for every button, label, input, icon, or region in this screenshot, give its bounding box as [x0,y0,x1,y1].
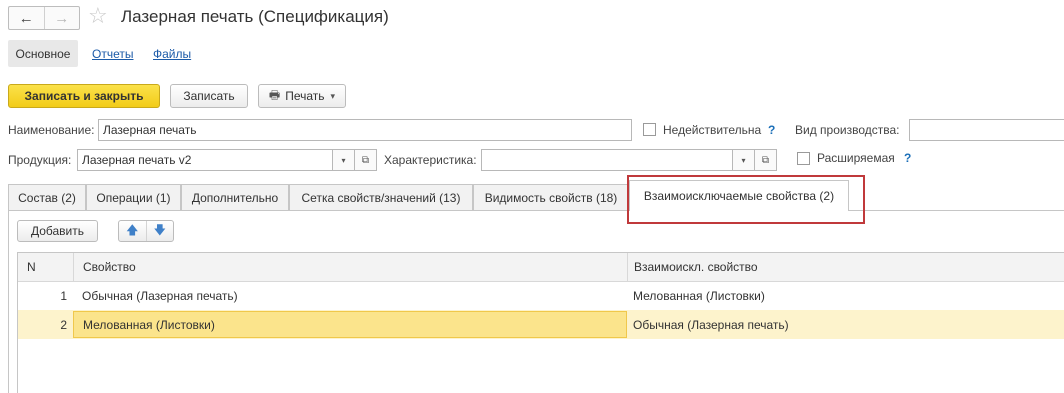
property-cell[interactable]: Обычная (Лазерная печать) [73,282,627,310]
print-button[interactable]: 🖶 Печать ▾ [258,84,346,108]
row-number: 1 [60,289,67,303]
extended-help-icon[interactable]: ? [904,148,911,168]
invalid-label: Недействительна [663,123,762,137]
product-label: Продукция: [8,153,72,167]
exclusive-property-cell[interactable]: Мелованная (Листовки) [627,282,1064,310]
tab-content-border [8,211,9,393]
back-arrow-icon[interactable]: ← [9,7,44,29]
name-label: Наименование: [8,123,95,137]
product-dropdown-icon[interactable]: ▾ [333,149,355,171]
invalid-help-icon[interactable]: ? [768,120,775,140]
exclusive-properties-table: N Свойство Взаимоискл. свойство 1 Обычна… [17,252,1064,393]
save-button[interactable]: Записать [170,84,248,108]
name-field[interactable]: Лазерная печать [98,119,632,141]
production-type-label: Вид производства: [795,123,900,137]
print-button-label: Печать [285,89,325,103]
exclusive-property-cell[interactable]: Обычная (Лазерная печать) [627,310,1064,339]
page-title: Лазерная печать (Спецификация) [121,7,389,26]
arrow-down-icon[interactable]: 🡇 [145,221,174,241]
tab-operations[interactable]: Операции (1) [86,184,181,210]
extended-label: Расширяемая [817,151,895,165]
extended-checkbox[interactable] [797,152,810,165]
section-main[interactable]: Основное [8,40,78,67]
move-buttons: 🡅 🡇 [118,220,174,242]
arrow-up-icon[interactable]: 🡅 [119,221,146,241]
property-cell-active[interactable]: Мелованная (Листовки) [73,311,627,338]
favorite-star-icon[interactable]: ☆ [88,3,108,29]
history-nav: ← → [8,6,80,30]
column-header-n[interactable]: N [18,253,73,281]
printer-icon: 🖶 [268,87,281,102]
save-and-close-button[interactable]: Записать и закрыть [8,84,160,108]
table-row-selected[interactable]: 2 Мелованная (Листовки) Обычная (Лазерна… [18,310,1064,339]
row-number: 2 [60,317,67,332]
forward-arrow-icon[interactable]: → [43,7,80,29]
column-header-exclusive-property[interactable]: Взаимоискл. свойство [627,253,1064,281]
section-reports-link[interactable]: Отчеты [92,47,133,61]
production-type-field[interactable] [909,119,1064,141]
invalid-checkbox[interactable] [643,123,656,136]
tab-property-grid[interactable]: Сетка свойств/значений (13) [289,184,473,210]
column-header-property[interactable]: Свойство [73,253,627,281]
characteristic-label: Характеристика: [384,153,477,167]
characteristic-open-icon[interactable]: ⧉ [755,149,777,171]
tabs-divider [8,210,1064,211]
chevron-down-icon: ▾ [330,90,336,101]
section-files-link[interactable]: Файлы [153,47,191,61]
product-field[interactable]: Лазерная печать v2 [77,149,333,171]
tab-additional[interactable]: Дополнительно [181,184,289,210]
annotation-highlight-box [627,175,865,224]
characteristic-field[interactable] [481,149,733,171]
product-open-icon[interactable]: ⧉ [355,149,377,171]
tab-property-visibility[interactable]: Видимость свойств (18) [473,184,629,210]
table-row[interactable]: 1 Обычная (Лазерная печать) Мелованная (… [18,282,1064,310]
table-header: N Свойство Взаимоискл. свойство [18,253,1064,282]
tab-composition[interactable]: Состав (2) [8,184,86,210]
characteristic-dropdown-icon[interactable]: ▾ [733,149,755,171]
add-button[interactable]: Добавить [17,220,98,242]
